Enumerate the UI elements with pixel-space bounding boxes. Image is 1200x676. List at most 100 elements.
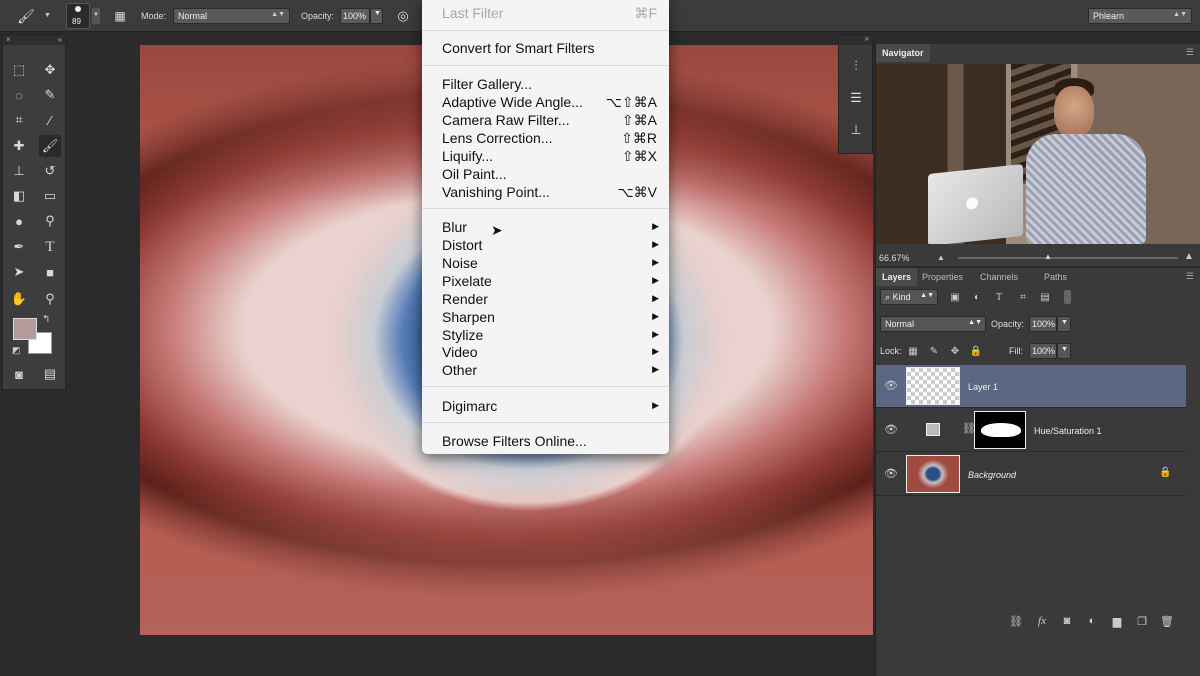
brush-tool-icon[interactable]: 🖌 [39, 135, 61, 157]
menu-item-filter-gallery[interactable]: Filter Gallery... [422, 75, 669, 93]
tab-navigator[interactable]: Navigator [876, 44, 930, 62]
menu-item-video[interactable]: Video ▶ [422, 343, 669, 361]
default-colors-icon[interactable]: ◩ [12, 345, 21, 356]
lock-transparent-pixels-icon[interactable]: ▦ [906, 344, 920, 358]
tab-paths[interactable]: Paths [1038, 268, 1073, 286]
swap-colors-icon[interactable]: ↰ [42, 314, 50, 325]
pressure-opacity-icon[interactable]: ◎ [393, 6, 413, 26]
layer-filter-kind-select[interactable]: ⌕ Kind ▲▼ [880, 289, 938, 305]
crop-tool-icon[interactable]: ⌗ [8, 109, 30, 131]
fill-input[interactable]: 100% [1029, 343, 1057, 359]
layer-name[interactable]: Layer 1 [968, 382, 998, 392]
brush-presets-icon[interactable]: ⫶ [841, 51, 871, 81]
healing-brush-tool-icon[interactable]: ✚ [8, 135, 30, 157]
menu-item-vanishing-point[interactable]: Vanishing Point... ⌥⌘V [422, 183, 669, 201]
brush-panel-toggle-icon[interactable]: ▦ [110, 6, 130, 26]
smart-object-filter-icon[interactable]: ▤ [1038, 290, 1052, 304]
eye-icon[interactable]: 👁 [884, 467, 898, 480]
zoom-tool-icon[interactable]: ⚲ [39, 288, 61, 310]
screen-mode-icon[interactable]: ▤ [39, 363, 61, 385]
menu-item-last-filter[interactable]: Last Filter ⌘F [422, 4, 669, 22]
mode-select[interactable]: Normal ▲▼ [173, 8, 290, 24]
navigator-preview[interactable] [876, 64, 1200, 244]
menu-item-other[interactable]: Other ▶ [422, 361, 669, 379]
filter-toggle-switch[interactable] [1064, 290, 1071, 304]
expand-icon[interactable]: » [865, 34, 869, 43]
workspace-select[interactable]: Phlearn ▲▼ [1088, 8, 1192, 24]
adjustment-layer-filter-icon[interactable]: ◐ [970, 290, 984, 304]
menu-item-convert-smart-filters[interactable]: Convert for Smart Filters [422, 39, 669, 57]
clone-stamp-tool-icon[interactable]: ⊥ [8, 160, 30, 182]
menu-item-browse-filters-online[interactable]: Browse Filters Online... [422, 432, 669, 450]
layer-name[interactable]: Background [968, 470, 1016, 480]
panel-menu-icon[interactable]: ☰ [1186, 271, 1194, 282]
close-icon[interactable]: × [6, 35, 11, 44]
move-tool-icon[interactable]: ✥ [39, 59, 61, 81]
opacity-input[interactable]: 100% [340, 8, 370, 24]
menu-item-render[interactable]: Render ▶ [422, 290, 669, 308]
layer-mask-thumbnail[interactable] [974, 411, 1026, 449]
brush-picker-arrow-icon[interactable]: ▼ [92, 8, 100, 24]
menu-item-digimarc[interactable]: Digimarc ▶ [422, 397, 669, 415]
brush-size-picker[interactable]: 89 [66, 3, 90, 29]
path-selection-tool-icon[interactable]: ➤ [8, 261, 30, 283]
new-adjustment-layer-icon[interactable]: ◐ [1084, 613, 1100, 629]
layer-opacity-input[interactable]: 100% [1029, 316, 1057, 332]
toolbox-header[interactable]: × « [3, 35, 65, 45]
quick-mask-icon[interactable]: ◙ [8, 363, 30, 385]
history-brush-tool-icon[interactable]: ↺ [39, 160, 61, 182]
zoom-in-icon[interactable]: ▲ [1184, 251, 1194, 262]
menu-item-lens-correction[interactable]: Lens Correction... ⇧⌘R [422, 129, 669, 147]
menu-item-pixelate[interactable]: Pixelate ▶ [422, 272, 669, 290]
shape-layer-filter-icon[interactable]: ⌗ [1016, 290, 1030, 304]
dodge-tool-icon[interactable]: ⚲ [39, 210, 61, 232]
link-layers-icon[interactable]: ⛓ [1008, 613, 1024, 629]
menu-item-stylize[interactable]: Stylize ▶ [422, 326, 669, 344]
lock-position-icon[interactable]: ✥ [948, 344, 962, 358]
eraser-tool-icon[interactable]: ◧ [8, 185, 30, 207]
hand-tool-icon[interactable]: ✋ [8, 288, 30, 310]
menu-item-oil-paint[interactable]: Oil Paint... [422, 165, 669, 183]
new-layer-icon[interactable]: ❐ [1134, 613, 1150, 629]
blend-mode-select[interactable]: Normal ▲▼ [880, 316, 986, 332]
pixel-layer-filter-icon[interactable]: ▣ [948, 290, 962, 304]
menu-item-adaptive-wide-angle[interactable]: Adaptive Wide Angle... ⌥⇧⌘A [422, 93, 669, 111]
clone-source-icon[interactable]: ⊥ [841, 115, 871, 145]
layer-name[interactable]: Hue/Saturation 1 [1034, 426, 1102, 436]
dock-header[interactable]: » [839, 34, 872, 45]
quick-selection-tool-icon[interactable]: ✎ [39, 84, 61, 106]
gradient-tool-icon[interactable]: ▭ [39, 185, 61, 207]
layer-row-background[interactable]: 👁 Background 🔒 [876, 453, 1186, 496]
marquee-tool-icon[interactable]: ⬚ [8, 59, 30, 81]
menu-item-noise[interactable]: Noise ▶ [422, 254, 669, 272]
tab-layers[interactable]: Layers [876, 268, 918, 286]
lasso-tool-icon[interactable]: ◌ [8, 84, 30, 106]
add-mask-icon[interactable]: ◙ [1059, 613, 1075, 629]
new-group-folder-icon[interactable]: ▆ [1109, 613, 1125, 629]
lock-all-icon[interactable]: 🔒 [969, 344, 983, 358]
eye-icon[interactable]: 👁 [884, 379, 898, 392]
panel-menu-icon[interactable]: ☰ [1186, 47, 1194, 58]
menu-item-liquify[interactable]: Liquify... ⇧⌘X [422, 147, 669, 165]
lock-image-pixels-icon[interactable]: ✎ [927, 344, 941, 358]
layer-row-hue-saturation[interactable]: 👁 ⛓ Hue/Saturation 1 [876, 409, 1186, 452]
zoom-slider-track[interactable] [958, 257, 1178, 259]
collapse-icon[interactable]: « [58, 35, 62, 44]
brush-tool-icon[interactable]: 🖌 [14, 6, 38, 26]
tool-preset-arrow-icon[interactable]: ▼ [44, 12, 51, 19]
menu-item-sharpen[interactable]: Sharpen ▶ [422, 308, 669, 326]
foreground-color-swatch-front[interactable] [13, 318, 37, 340]
eye-icon[interactable]: 👁 [884, 423, 898, 436]
tab-channels[interactable]: Channels [974, 268, 1024, 286]
layer-opacity-arrow-icon[interactable]: ▼ [1057, 316, 1071, 332]
blur-tool-icon[interactable]: ● [8, 210, 30, 232]
menu-item-blur[interactable]: Blur ▶ [422, 218, 669, 236]
adjustments-icon[interactable]: ☰ [841, 83, 871, 113]
menu-item-distort[interactable]: Distort ▶ [422, 236, 669, 254]
eyedropper-tool-icon[interactable]: ⁄ [39, 109, 61, 131]
layer-style-button[interactable]: fx [1034, 613, 1050, 629]
menu-item-camera-raw-filter[interactable]: Camera Raw Filter... ⇧⌘A [422, 111, 669, 129]
fill-arrow-icon[interactable]: ▼ [1057, 343, 1071, 359]
pen-tool-icon[interactable]: ✒ [8, 236, 30, 258]
tab-properties[interactable]: Properties [916, 268, 969, 286]
